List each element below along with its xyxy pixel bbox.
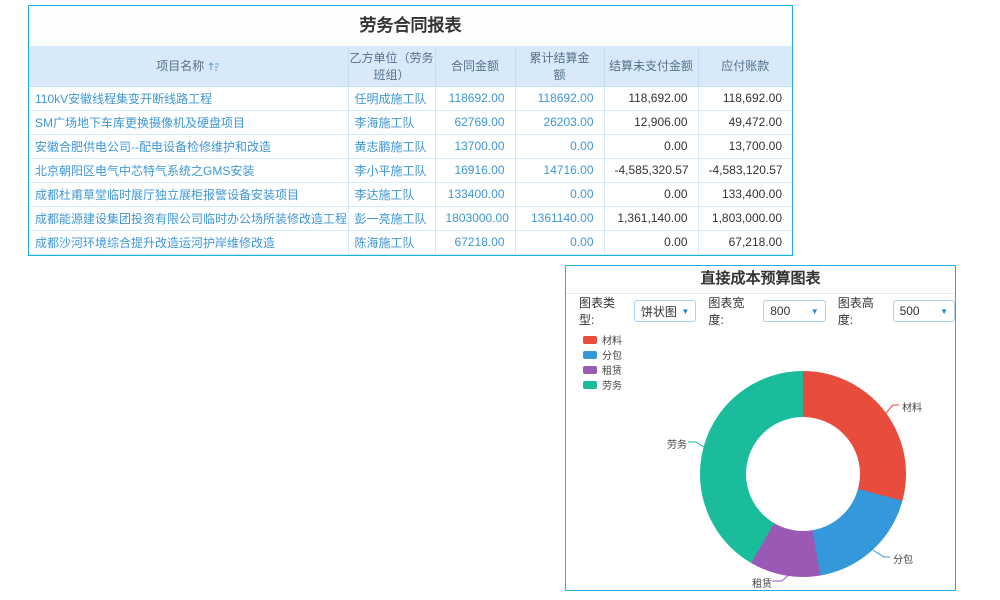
table-row: 110kV安徽线程集变开断线路工程 任明成施工队 118692.00 11869… [29,86,792,110]
chart-width-select[interactable]: 800 ▼ [763,300,825,322]
slice-label: 劳务 [667,436,687,451]
settled-amount-cell: 0.00 [515,134,604,158]
contract-amount-cell: 1803000.00 [435,206,515,230]
column-header-project[interactable]: 项目名称 [29,46,348,86]
chevron-down-icon: ▼ [681,307,689,316]
legend-label: 劳务 [602,377,622,392]
contract-amount-cell: 133400.00 [435,182,515,206]
table-row: 安徽合肥供电公司--配电设备检修维护和改造 黄志鹏施工队 13700.00 0.… [29,134,792,158]
project-name-cell: SM广场地下车库更换摄像机及硬盘项目 [29,110,348,134]
payable-amount-cell: -4,583,120.57 [698,158,792,182]
payable-amount-cell: 118,692.00 [698,86,792,110]
column-header-unpaid[interactable]: 结算未支付金额 [604,46,698,86]
legend-swatch [583,366,597,374]
team-cell: 彭一亮施工队 [348,206,435,230]
chevron-down-icon: ▼ [811,307,819,316]
payable-amount-cell: 67,218.00 [698,230,792,254]
project-name-cell: 安徽合肥供电公司--配电设备检修维护和改造 [29,134,348,158]
team-cell: 李小平施工队 [348,158,435,182]
slice-label: 分包 [893,551,913,566]
team-cell: 黄志鹏施工队 [348,134,435,158]
legend-swatch [583,351,597,359]
team-cell: 任明成施工队 [348,86,435,110]
project-name-cell: 成都杜甫草堂临时展厅独立展柜报警设备安装项目 [29,182,348,206]
settled-amount-cell: 0.00 [515,230,604,254]
table-row: SM广场地下车库更换摄像机及硬盘项目 李海施工队 62769.00 26203.… [29,110,792,134]
donut-chart: 材料 分包 租赁 劳务 材料 分包 租赁 劳务 [566,328,955,590]
labor-contract-report-panel: 劳务合同报表 项目名称 乙方单位（劳务班组） 合同金额 累计结算金额 结算未支付… [28,5,793,256]
legend-item[interactable]: 劳务 [583,377,622,392]
settled-amount-cell: 26203.00 [515,110,604,134]
column-header-payable[interactable]: 应付账款 [698,46,792,86]
contract-amount-cell: 67218.00 [435,230,515,254]
settled-amount-cell: 14716.00 [515,158,604,182]
project-name-cell: 成都沙河环境综合提升改造运河护岸维修改造 [29,230,348,254]
team-cell: 李海施工队 [348,110,435,134]
legend-label: 材料 [602,332,622,347]
chart-type-value: 饼状图 [641,303,677,320]
contract-amount-cell: 13700.00 [435,134,515,158]
contract-amount-cell: 16916.00 [435,158,515,182]
unpaid-amount-cell: 1,361,140.00 [604,206,698,230]
legend-swatch [583,381,597,389]
column-header-contract[interactable]: 合同金额 [435,46,515,86]
project-name-cell: 110kV安徽线程集变开断线路工程 [29,86,348,110]
settled-amount-cell: 1361140.00 [515,206,604,230]
legend-item[interactable]: 租赁 [583,362,622,377]
team-cell: 陈海施工队 [348,230,435,254]
project-name-cell: 北京朝阳区电气中芯特气系统之GMS安装 [29,158,348,182]
table-row: 成都沙河环境综合提升改造运河护岸维修改造 陈海施工队 67218.00 0.00… [29,230,792,254]
project-name-cell: 成都能源建设集团投资有限公司临时办公场所装修改造工程EPC [29,206,348,230]
table-header-row: 项目名称 乙方单位（劳务班组） 合同金额 累计结算金额 结算未支付金额 应付账款 [29,46,792,86]
unpaid-amount-cell: 118,692.00 [604,86,698,110]
chart-type-select[interactable]: 饼状图 ▼ [634,300,696,322]
payable-amount-cell: 49,472.00 [698,110,792,134]
slice-label: 租赁 [752,575,772,590]
column-header-team[interactable]: 乙方单位（劳务班组） [348,46,435,86]
column-header-settled[interactable]: 累计结算金额 [515,46,604,86]
donut-hole [746,417,860,531]
unpaid-amount-cell: 0.00 [604,182,698,206]
report-table: 项目名称 乙方单位（劳务班组） 合同金额 累计结算金额 结算未支付金额 应付账款… [29,46,792,255]
unpaid-amount-cell: -4,585,320.57 [604,158,698,182]
contract-amount-cell: 118692.00 [435,86,515,110]
legend-label: 分包 [602,347,622,362]
table-row: 成都杜甫草堂临时展厅独立展柜报警设备安装项目 李达施工队 133400.00 0… [29,182,792,206]
sort-ascending-icon[interactable] [208,60,220,75]
chart-controls: 图表类型: 饼状图 ▼ 图表宽度: 800 ▼ 图表高度: 500 ▼ [566,294,955,328]
chart-height-value: 500 [900,304,920,318]
payable-amount-cell: 133,400.00 [698,182,792,206]
slice-label: 材料 [902,399,922,414]
settled-amount-cell: 118692.00 [515,86,604,110]
chart-title: 直接成本预算图表 [566,266,955,294]
chart-type-label: 图表类型: [579,294,622,328]
legend-swatch [583,336,597,344]
chevron-down-icon: ▼ [940,307,948,316]
payable-amount-cell: 1,803,000.00 [698,206,792,230]
unpaid-amount-cell: 0.00 [604,134,698,158]
table-row: 北京朝阳区电气中芯特气系统之GMS安装 李小平施工队 16916.00 1471… [29,158,792,182]
legend-label: 租赁 [602,362,622,377]
chart-width-value: 800 [770,304,790,318]
chart-height-label: 图表高度: [838,294,881,328]
legend-item[interactable]: 材料 [583,332,622,347]
direct-cost-chart-panel: 直接成本预算图表 图表类型: 饼状图 ▼ 图表宽度: 800 ▼ 图表高度: 5… [565,265,956,591]
table-row: 成都能源建设集团投资有限公司临时办公场所装修改造工程EPC 彭一亮施工队 180… [29,206,792,230]
chart-height-select[interactable]: 500 ▼ [893,300,955,322]
settled-amount-cell: 0.00 [515,182,604,206]
chart-width-label: 图表宽度: [708,294,751,328]
report-title: 劳务合同报表 [29,6,792,46]
team-cell: 李达施工队 [348,182,435,206]
legend-item[interactable]: 分包 [583,347,622,362]
unpaid-amount-cell: 12,906.00 [604,110,698,134]
column-header-project-label: 项目名称 [156,59,204,73]
unpaid-amount-cell: 0.00 [604,230,698,254]
payable-amount-cell: 13,700.00 [698,134,792,158]
contract-amount-cell: 62769.00 [435,110,515,134]
chart-legend: 材料 分包 租赁 劳务 [583,332,622,392]
